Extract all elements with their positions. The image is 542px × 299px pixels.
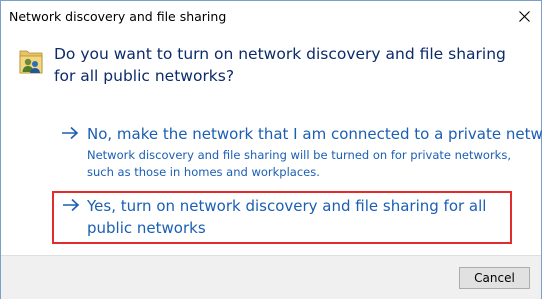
cancel-button[interactable]: Cancel: [459, 267, 530, 289]
option-label: No, make the network that I am connected…: [87, 125, 542, 143]
title-bar: Network discovery and file sharing: [1, 1, 541, 32]
option-label: Yes, turn on network discovery and file …: [87, 197, 487, 237]
dialog-window: Network discovery and file sharing Do yo…: [0, 0, 542, 299]
close-icon: [518, 11, 530, 22]
private-network-option[interactable]: No, make the network that I am connected…: [55, 123, 542, 179]
close-button[interactable]: [507, 1, 541, 32]
dialog-footer: Cancel: [1, 255, 541, 299]
question-text: Do you want to turn on network discovery…: [54, 45, 506, 85]
network-sharing-icon: [19, 50, 43, 74]
arrow-right-icon: [63, 198, 80, 212]
option-description: Network discovery and file sharing will …: [87, 148, 511, 179]
public-network-option[interactable]: Yes, turn on network discovery and file …: [52, 191, 512, 244]
arrow-right-icon: [62, 126, 79, 140]
dialog-title: Network discovery and file sharing: [9, 9, 227, 24]
